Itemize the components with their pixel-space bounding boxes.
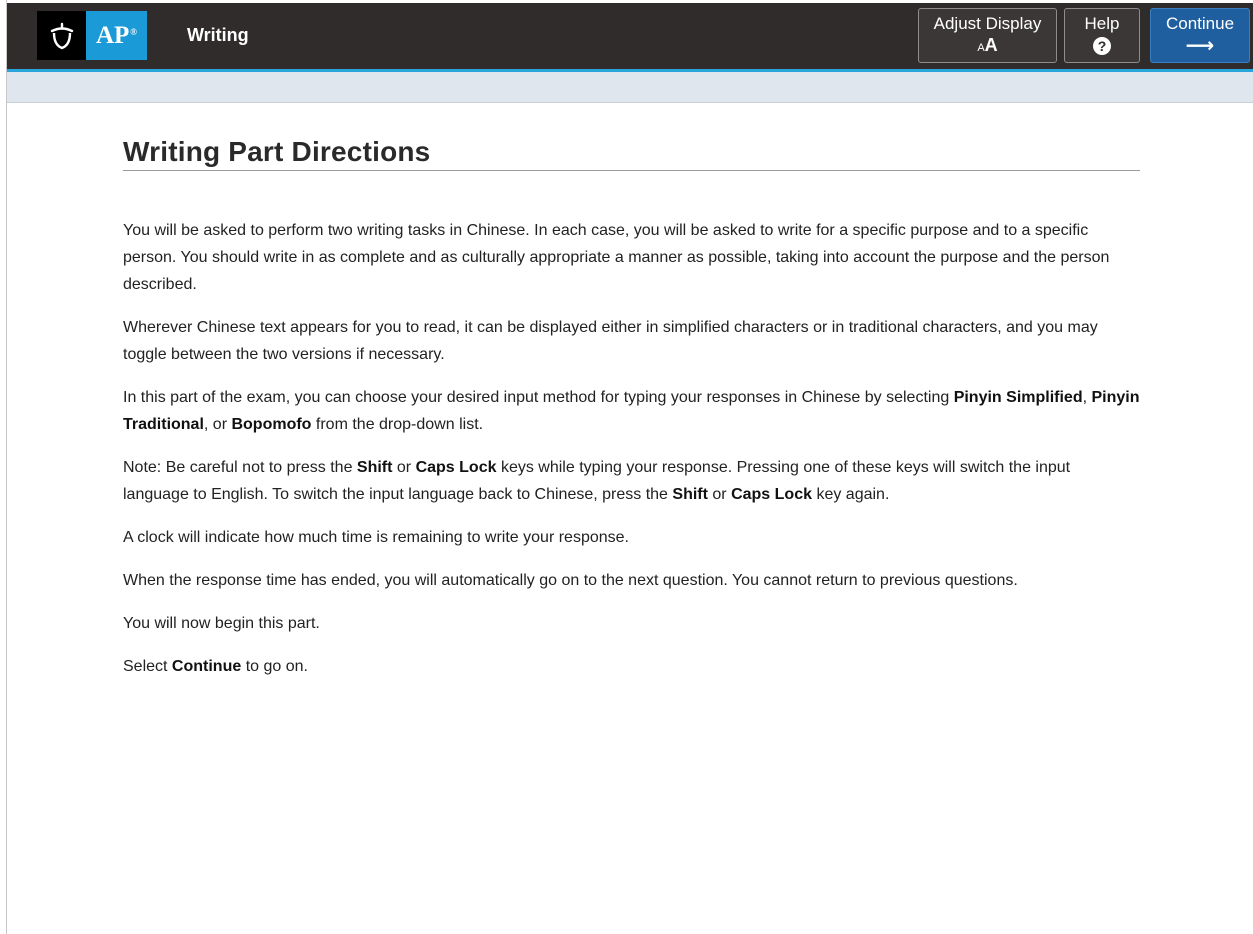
text-fragment: In this part of the exam, you can choose… — [123, 389, 954, 406]
text-fragment: to go on. — [241, 658, 308, 675]
key-shift: Shift — [672, 486, 708, 503]
help-button[interactable]: Help ? — [1064, 8, 1140, 63]
paragraph-begin: You will now begin this part. — [123, 615, 320, 632]
option-pinyin-simplified: Pinyin Simplified — [953, 389, 1083, 406]
text-fragment: or — [707, 486, 732, 503]
top-toolbar: AP ® Writing Adjust Display AA Help ? Con… — [7, 3, 1253, 72]
college-board-acorn-logo — [37, 11, 86, 60]
window-left-edge — [0, 0, 7, 934]
paragraph-input-method: In this part of the exam, you can choose… — [123, 384, 1140, 438]
option-bopomofo: Bopomofo — [231, 416, 312, 433]
ap-logo-registered: ® — [130, 26, 138, 37]
adjust-display-button[interactable]: Adjust Display AA — [918, 8, 1057, 63]
directions-content: Writing Part Directions You will be aske… — [123, 136, 1140, 696]
continue-label: Continue — [1165, 14, 1235, 33]
question-circle-icon: ? — [1093, 37, 1111, 55]
text-fragment: , or — [203, 416, 232, 433]
paragraph-writing-tasks: You will be asked to perform two writing… — [123, 222, 1110, 293]
paragraph-keyboard-note: Note: Be careful not to press the Shift … — [123, 454, 1140, 508]
text-fragment: key again. — [812, 486, 890, 503]
paragraph-select-continue: Select Continue to go on. — [123, 653, 1140, 680]
continue-button[interactable]: Continue ⟶ — [1150, 8, 1250, 63]
help-label: Help — [1084, 14, 1120, 33]
ap-logo-text: AP — [95, 21, 130, 49]
text-fragment: Select — [123, 658, 172, 675]
paragraph-time-ended: When the response time has ended, you wi… — [123, 572, 1018, 589]
adjust-display-label: Adjust Display — [933, 14, 1042, 33]
text-size-icon: AA — [977, 35, 998, 55]
page-title: Writing Part Directions — [123, 136, 1140, 171]
key-shift: Shift — [356, 459, 393, 476]
text-fragment: Note: Be careful not to press the — [123, 459, 357, 476]
arrow-right-icon: ⟶ — [1185, 35, 1215, 57]
paragraph-character-display: Wherever Chinese text appears for you to… — [123, 319, 1098, 363]
continue-emphasis: Continue — [171, 658, 242, 675]
directions-body: You will be asked to perform two writing… — [123, 217, 1140, 680]
text-fragment: from the drop-down list. — [311, 416, 484, 433]
key-caps-lock: Caps Lock — [415, 459, 497, 476]
section-title: Writing — [187, 25, 249, 45]
text-fragment: or — [392, 459, 416, 476]
acorn-icon — [50, 22, 73, 49]
ap-logo: AP ® — [86, 11, 147, 60]
paragraph-clock: A clock will indicate how much time is r… — [123, 529, 629, 546]
sub-toolbar — [7, 72, 1253, 103]
key-caps-lock: Caps Lock — [731, 486, 812, 503]
